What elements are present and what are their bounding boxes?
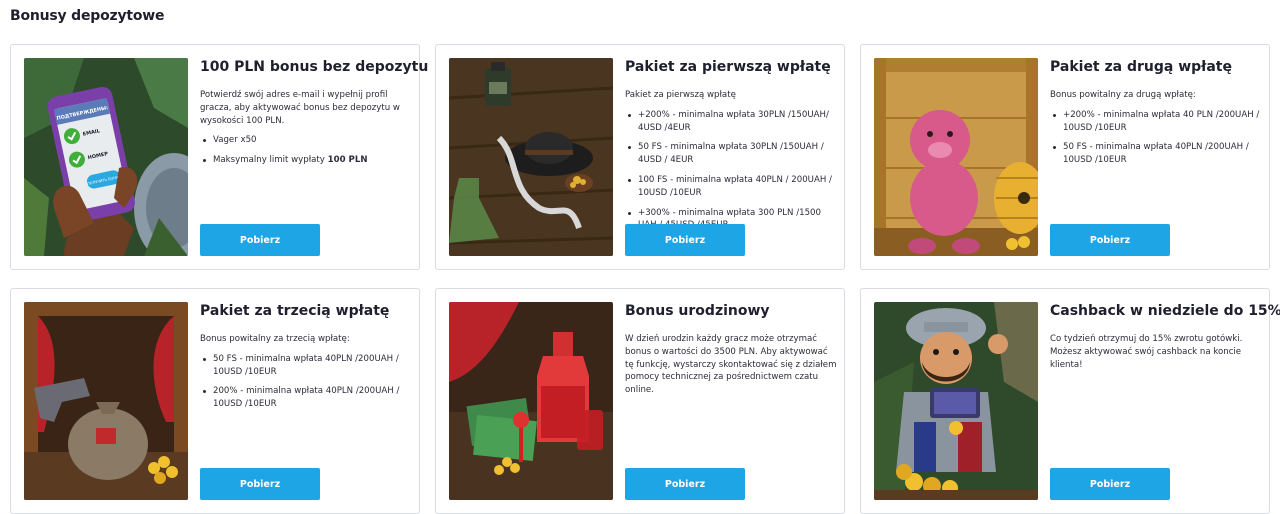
bonus-card-list: +200% - minimalna wpłata 30PLN /150UAH/ …: [625, 109, 837, 232]
bonus-card-first-deposit: Pakiet za pierwszą wpłatę Pakiet za pier…: [435, 44, 845, 270]
bonus-card-birthday: Bonus urodzinowy W dzień urodzin każdy g…: [435, 288, 845, 514]
bonus-card-title: Pakiet za pierwszą wpłatę: [625, 59, 831, 75]
bonus-card-no-deposit: ПОДТВЕРЖДЕНЫ: EMAIL НОМЕР ПОЛУЧИТЬ БОНУС…: [10, 44, 428, 270]
list-item: +200% - minimalna wpłata 30PLN /150UAH/ …: [625, 109, 837, 135]
list-item: 200% - minimalna wpłata 40PLN /200UAH / …: [200, 385, 412, 411]
claim-button[interactable]: Pobierz: [200, 224, 320, 256]
bonus-card-description: Co tydzień otrzymuj do 15% zwrotu gotówk…: [1050, 333, 1262, 378]
claim-button[interactable]: Pobierz: [625, 468, 745, 500]
list-item: Vager x50: [200, 134, 412, 147]
bonus-card-description: Bonus powitalny za drugą wpłatę: +200% -…: [1050, 89, 1262, 174]
list-item-bold-value: 100 PLN: [327, 155, 368, 166]
bonus-card-list: Vager x50 Maksymalny limit wypłaty 100 P…: [200, 134, 412, 167]
claim-button[interactable]: Pobierz: [200, 468, 320, 500]
conquistador-treasure-image: [874, 302, 1038, 500]
page-title: Bonusy depozytowe: [10, 8, 165, 24]
bonus-card-description: Pakiet za pierwszą wpłatę +200% - minima…: [625, 89, 837, 239]
bonus-card-intro: Bonus powitalny za drugą wpłatę:: [1050, 90, 1196, 100]
bonus-card-cashback: Cashback w niedziele do 15% Co tydzień o…: [860, 288, 1280, 514]
list-item: +200% - minimalna wpłata 40 PLN /200UAH …: [1050, 109, 1262, 135]
claim-button[interactable]: Pobierz: [625, 224, 745, 256]
list-item: 50 FS - minimalna wpłata 30PLN /150UAH /…: [625, 141, 837, 167]
bonus-card-second-deposit: Pakiet za drugą wpłatę Bonus powitalny z…: [860, 44, 1270, 270]
list-item-text: Maksymalny limit wypłaty: [213, 155, 328, 166]
bonus-card-title: Pakiet za trzecią wpłatę: [200, 303, 390, 319]
bonus-card-intro: Potwierdź swój adres e-mail i wypełnij p…: [200, 90, 400, 126]
bonus-card-intro: Pakiet za pierwszą wpłatę: [625, 90, 736, 100]
list-item: Maksymalny limit wypłaty 100 PLN: [200, 154, 412, 167]
claim-button[interactable]: Pobierz: [1050, 468, 1170, 500]
list-item: 100 FS - minimalna wpłata 40PLN / 200UAH…: [625, 174, 837, 200]
bonus-card-title: 100 PLN bonus bez depozytu: [200, 59, 429, 75]
bonus-card-list: +200% - minimalna wpłata 40 PLN /200UAH …: [1050, 109, 1262, 167]
bonus-card-intro: Bonus powitalny za trzecią wpłatę:: [200, 334, 350, 344]
money-bag-revolver-image: [24, 302, 188, 500]
bonus-card-title: Pakiet za drugą wpłatę: [1050, 59, 1232, 75]
bonus-card-list: 50 FS - minimalna wpłata 40PLN /200UAH /…: [200, 353, 412, 411]
bonus-card-description: W dzień urodzin każdy gracz może otrzyma…: [625, 333, 837, 404]
explorer-table-image: [449, 58, 613, 256]
bonus-card-description: Potwierdź swój adres e-mail i wypełnij p…: [200, 89, 412, 174]
bottle-cash-gift-image: [449, 302, 613, 500]
bonus-card-third-deposit: Pakiet za trzecią wpłatę Bonus powitalny…: [10, 288, 420, 514]
phone-verification-image: ПОДТВЕРЖДЕНЫ: EMAIL НОМЕР ПОЛУЧИТЬ БОНУС: [24, 58, 188, 256]
list-item-text: Vager x50: [213, 135, 257, 146]
pink-pig-beehive-image: [874, 58, 1038, 256]
claim-button[interactable]: Pobierz: [1050, 224, 1170, 256]
bonus-card-intro: W dzień urodzin każdy gracz może otrzyma…: [625, 334, 837, 396]
bonus-card-description: Bonus powitalny za trzecią wpłatę: 50 FS…: [200, 333, 412, 418]
bonus-card-title: Bonus urodzinowy: [625, 303, 770, 319]
list-item: 50 FS - minimalna wpłata 40PLN /200UAH /…: [1050, 141, 1262, 167]
bonus-card-intro: Co tydzień otrzymuj do 15% zwrotu gotówk…: [1050, 334, 1243, 370]
bonus-card-title: Cashback w niedziele do 15%: [1050, 303, 1280, 319]
list-item: 50 FS - minimalna wpłata 40PLN /200UAH /…: [200, 353, 412, 379]
